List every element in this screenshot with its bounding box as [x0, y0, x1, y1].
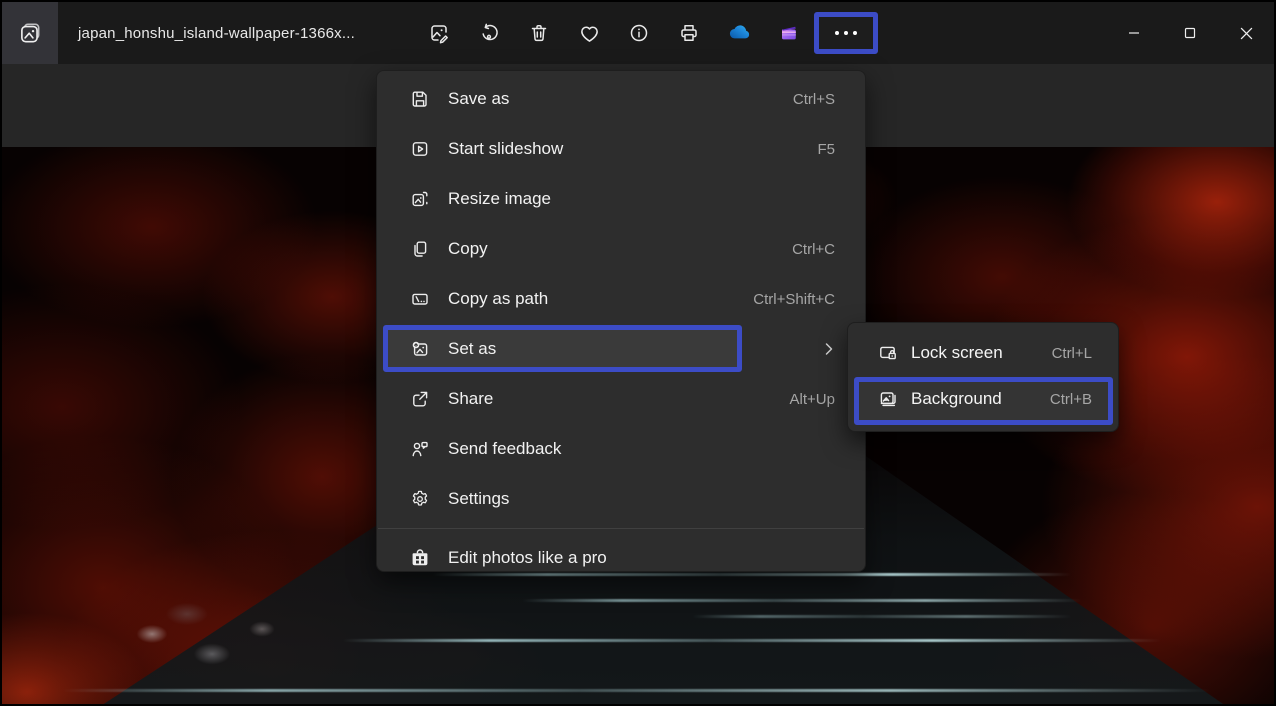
close-button[interactable]: [1218, 2, 1274, 64]
delete-trash-icon: [528, 22, 550, 44]
rotate-button[interactable]: [464, 2, 514, 64]
road-reflection: [342, 639, 1162, 642]
onedrive-button[interactable]: [714, 2, 764, 64]
menu-item-shortcut: Ctrl+S: [793, 91, 835, 108]
print-button[interactable]: [664, 2, 714, 64]
maximize-icon: [1184, 27, 1196, 39]
maximize-button[interactable]: [1162, 2, 1218, 64]
edit-image-button[interactable]: [414, 2, 464, 64]
delete-button[interactable]: [514, 2, 564, 64]
settings-gear-icon: [410, 489, 430, 509]
copy-icon: [410, 239, 430, 259]
menu-item-label: Edit photos like a pro: [448, 548, 835, 568]
submenu-item-shortcut: Ctrl+B: [1050, 391, 1092, 408]
menu-item-label: Settings: [448, 489, 835, 509]
set-as-icon: [410, 339, 430, 359]
lock-screen-icon: [878, 343, 898, 363]
menu-divider: [378, 528, 864, 529]
minimize-button[interactable]: [1106, 2, 1162, 64]
info-icon: [628, 22, 650, 44]
resize-image-icon: [410, 189, 430, 209]
menu-item-start-slideshow[interactable]: Start slideshow F5: [377, 124, 865, 174]
photos-app-window: japan_honshu_island-wallpaper-1366x...: [0, 0, 1276, 706]
menu-item-label: Set as: [448, 339, 809, 359]
road-reflection: [522, 599, 1082, 602]
store-icon: [410, 548, 430, 568]
feedback-icon: [410, 439, 430, 459]
road-reflection: [692, 615, 1072, 618]
copy-as-path-icon: [410, 289, 430, 309]
menu-item-copy-as-path[interactable]: Copy as path Ctrl+Shift+C: [377, 274, 865, 324]
menu-item-label: Send feedback: [448, 439, 835, 459]
menu-item-save-as[interactable]: Save as Ctrl+S: [377, 74, 865, 124]
menu-item-label: Copy as path: [448, 289, 753, 309]
context-menu: Save as Ctrl+S Start slideshow F5: [376, 70, 866, 572]
favorite-heart-icon: [578, 22, 601, 45]
titlebar: japan_honshu_island-wallpaper-1366x...: [2, 2, 1274, 64]
set-as-submenu: Lock screen Ctrl+L Background Ctrl+B: [847, 322, 1119, 432]
submenu-item-label: Background: [911, 389, 1050, 409]
menu-item-label: Start slideshow: [448, 139, 817, 159]
close-icon: [1240, 27, 1253, 40]
submenu-item-label: Lock screen: [911, 343, 1052, 363]
edit-image-icon: [428, 22, 450, 44]
menu-item-set-as[interactable]: Set as: [377, 324, 865, 374]
window-title: japan_honshu_island-wallpaper-1366x...: [78, 25, 355, 42]
rotate-icon: [478, 22, 500, 44]
menu-item-shortcut: F5: [817, 141, 835, 158]
menu-item-label: Save as: [448, 89, 793, 109]
menu-item-settings[interactable]: Settings: [377, 474, 865, 524]
menu-item-shortcut: Alt+Up: [790, 391, 835, 408]
menu-item-shortcut: Ctrl+C: [792, 241, 835, 258]
menu-item-label: Resize image: [448, 189, 835, 209]
onedrive-cloud-icon: [726, 20, 752, 46]
clipchamp-icon: [777, 21, 801, 45]
menu-item-resize-image[interactable]: Resize image: [377, 174, 865, 224]
submenu-item-background[interactable]: Background Ctrl+B: [848, 376, 1118, 422]
menu-item-send-feedback[interactable]: Send feedback: [377, 424, 865, 474]
window-controls: [1106, 2, 1274, 64]
submenu-chevron-icon: [823, 342, 835, 356]
save-icon: [410, 89, 430, 109]
app-logo-button[interactable]: [2, 2, 58, 64]
slideshow-icon: [410, 139, 430, 159]
road-reflection: [432, 573, 1072, 576]
toolbar: [414, 2, 878, 64]
road-reflection: [62, 689, 1212, 692]
menu-item-copy[interactable]: Copy Ctrl+C: [377, 224, 865, 274]
ellipsis-dot: [853, 31, 857, 35]
menu-item-share[interactable]: Share Alt+Up: [377, 374, 865, 424]
menu-item-edit-photos-like-a-pro[interactable]: Edit photos like a pro: [377, 533, 865, 572]
ellipsis-dot: [844, 31, 848, 35]
submenu-item-shortcut: Ctrl+L: [1052, 345, 1092, 362]
photos-app-icon: [17, 20, 43, 46]
share-icon: [410, 389, 430, 409]
favorite-button[interactable]: [564, 2, 614, 64]
menu-item-label: Share: [448, 389, 790, 409]
clipchamp-button[interactable]: [764, 2, 814, 64]
menu-item-label: Copy: [448, 239, 792, 259]
roadside-rocks: [92, 594, 322, 684]
see-more-button[interactable]: [814, 12, 878, 54]
info-button[interactable]: [614, 2, 664, 64]
minimize-icon: [1128, 27, 1140, 39]
menu-item-shortcut: Ctrl+Shift+C: [753, 291, 835, 308]
background-icon: [878, 389, 898, 409]
ellipsis-dot: [835, 31, 839, 35]
print-icon: [678, 22, 700, 44]
submenu-item-lock-screen[interactable]: Lock screen Ctrl+L: [848, 330, 1118, 376]
